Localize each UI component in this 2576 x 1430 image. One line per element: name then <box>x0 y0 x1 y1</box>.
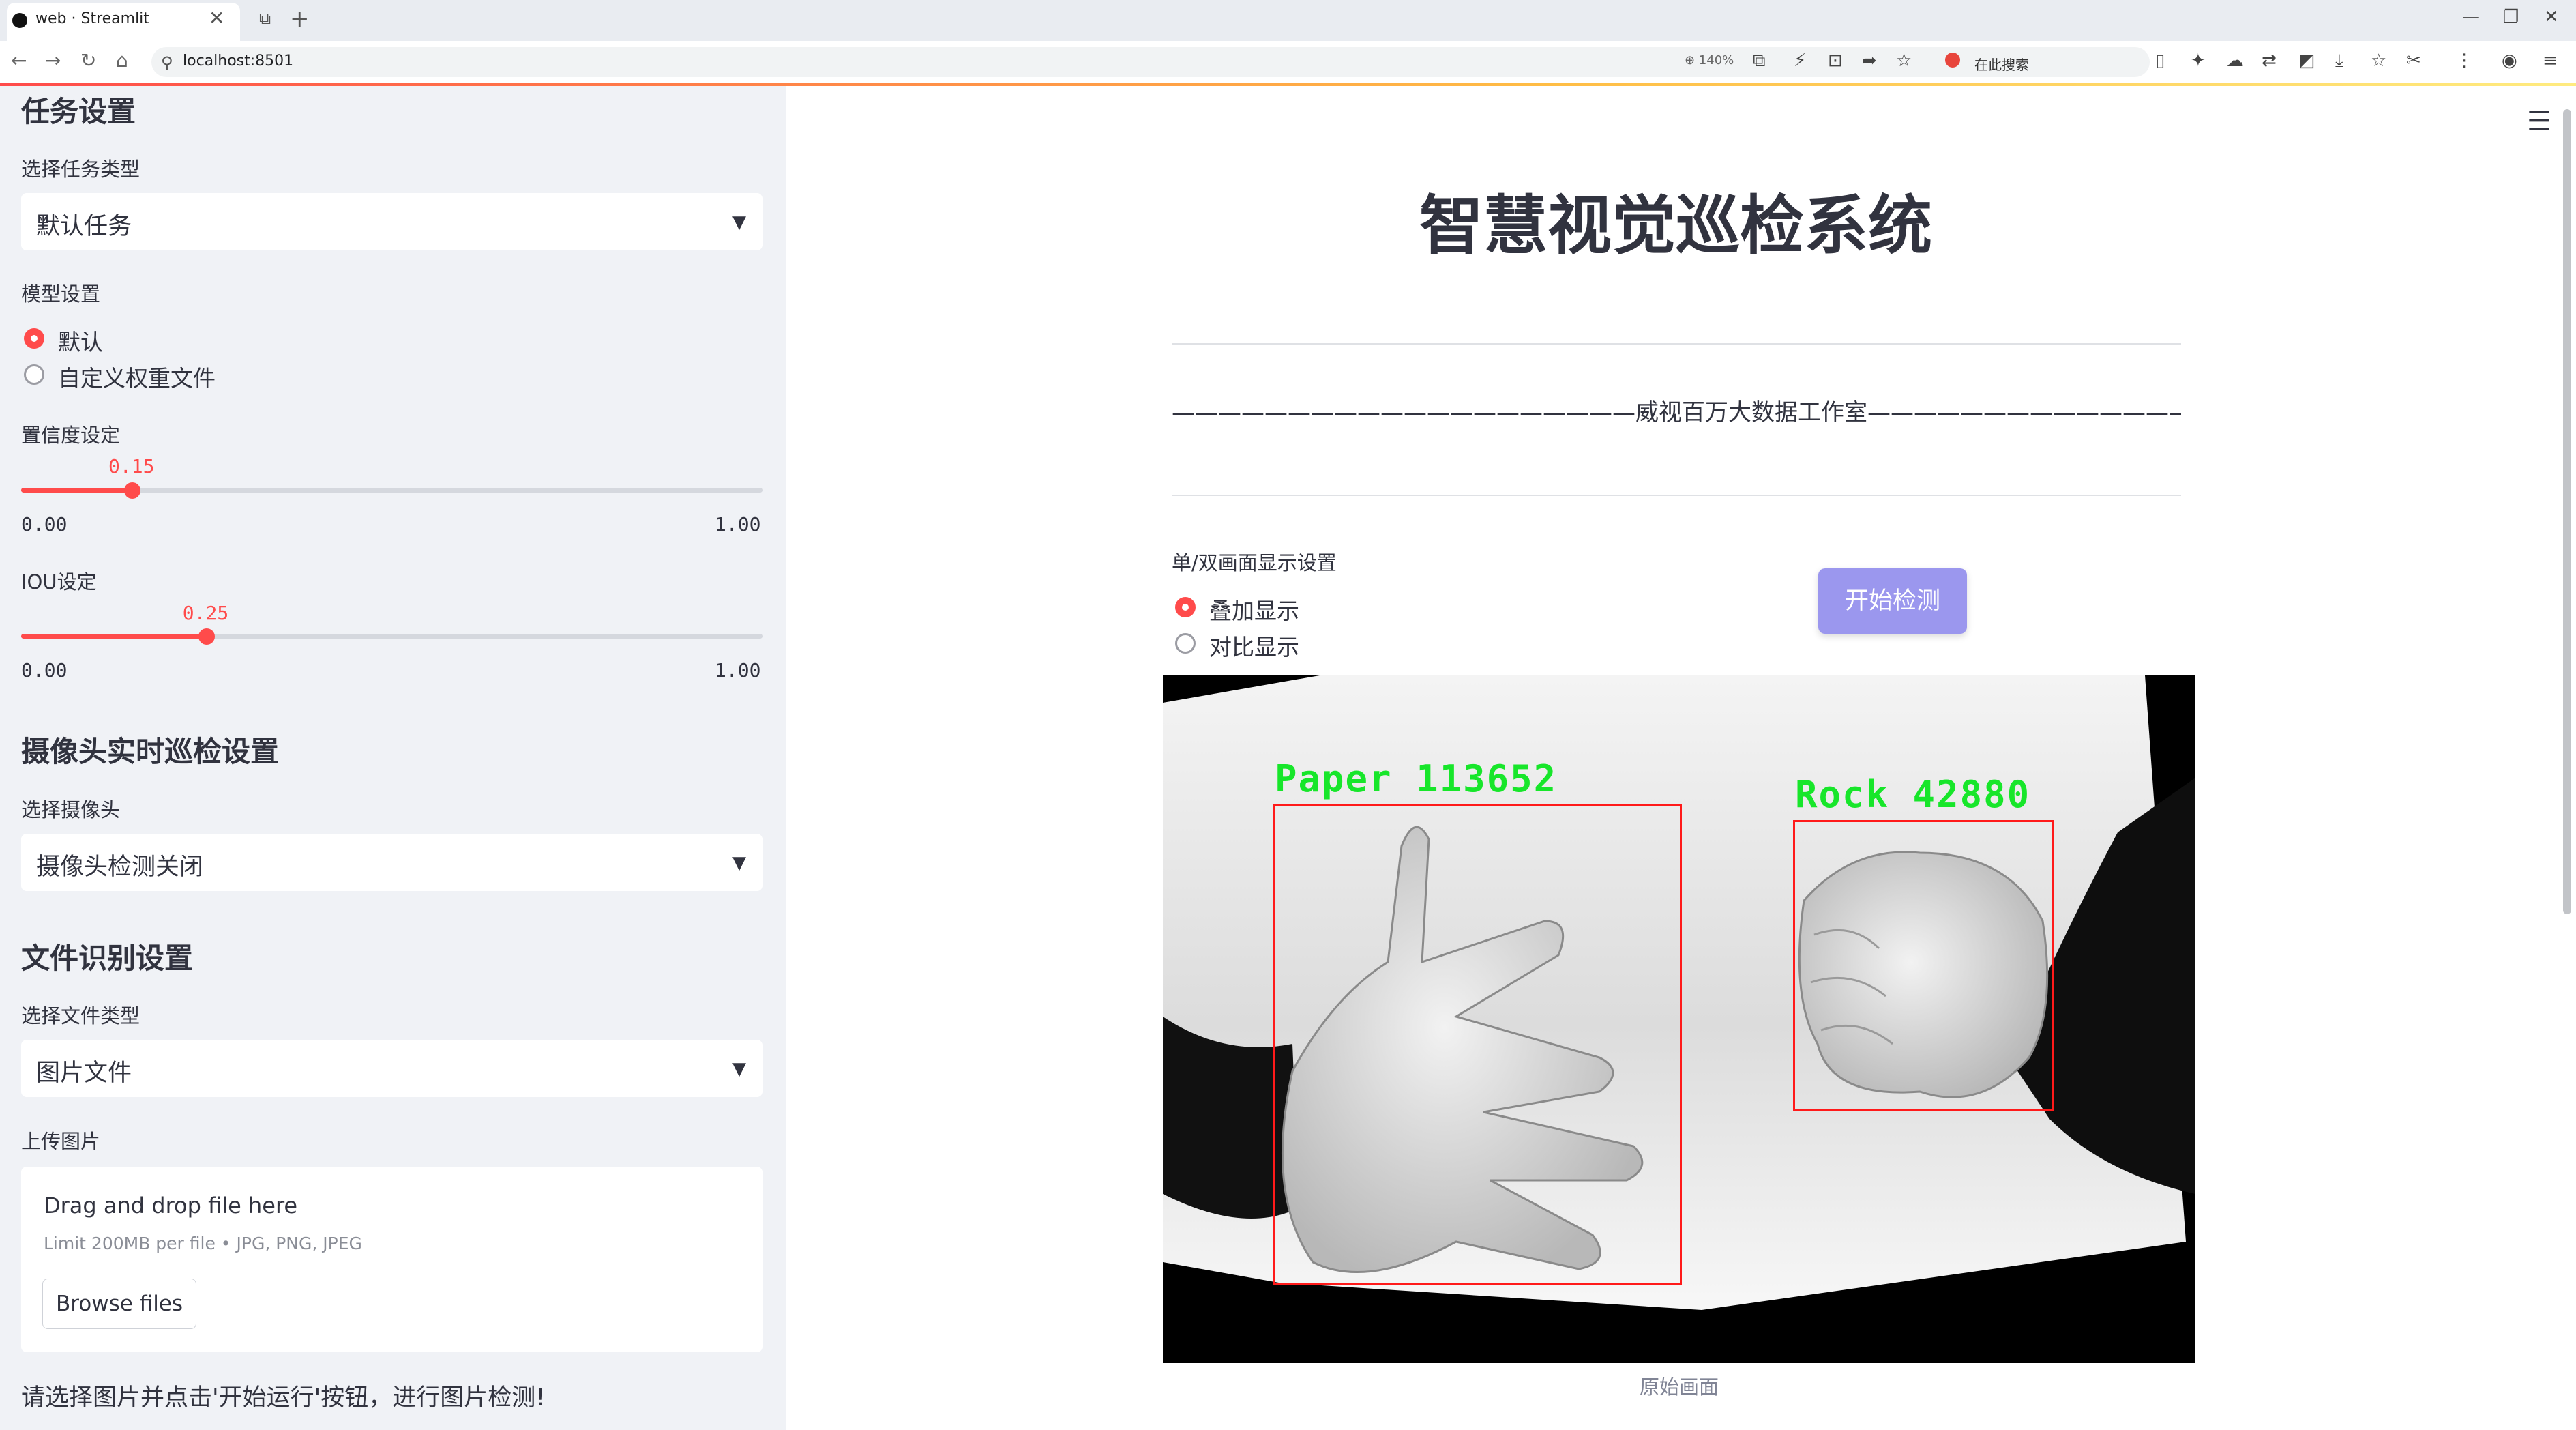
search-engine-icon <box>1945 53 1960 68</box>
browser-tab-bar <box>0 0 2576 41</box>
iou-slider-fill <box>21 634 207 639</box>
conf-value: 0.15 <box>108 455 155 478</box>
browser-menu-icon[interactable]: ≡ <box>2543 50 2558 71</box>
iou-max: 1.00 <box>715 659 761 682</box>
extension-color-icon[interactable]: ✦ <box>2191 50 2206 71</box>
file-type-select[interactable]: 图片文件 ▼ <box>21 1040 763 1097</box>
model-option-custom[interactable]: 自定义权重文件 <box>58 360 216 393</box>
chevron-down-icon: ▼ <box>732 212 746 233</box>
translate-icon[interactable]: ⧉ <box>1753 50 1766 72</box>
phone-icon[interactable]: ▯ <box>2155 50 2165 71</box>
divider-bottom <box>1172 495 2181 496</box>
camera-label: 选择摄像头 <box>21 798 121 821</box>
bookmark-star-icon[interactable]: ☆ <box>1896 50 1912 71</box>
chevron-down-icon: ▼ <box>732 1059 746 1079</box>
task-type-select[interactable]: 默认任务 ▼ <box>21 193 763 250</box>
extension-translate-icon[interactable]: ⇄ <box>2262 50 2277 71</box>
model-radio-default[interactable] <box>24 328 44 349</box>
task-type-value: 默认任务 <box>36 213 132 240</box>
display-option-overlay[interactable]: 叠加显示 <box>1209 593 1299 626</box>
iou-value: 0.25 <box>182 602 229 624</box>
window-close-icon[interactable]: ✕ <box>2544 7 2559 27</box>
conf-max: 1.00 <box>715 513 761 536</box>
image-caption: 原始画面 <box>1639 1375 1719 1399</box>
favorites-icon[interactable]: ☆ <box>2371 50 2386 71</box>
chevron-down-icon: ▼ <box>732 853 746 873</box>
iou-slider-thumb[interactable] <box>198 628 215 645</box>
download-icon[interactable]: ⤓ <box>2335 50 2343 72</box>
tab-close-icon[interactable]: ✕ <box>209 7 224 29</box>
camera-section-title: 摄像头实时巡检设置 <box>21 735 280 768</box>
search-placeholder[interactable]: 在此搜索 <box>1974 54 2029 74</box>
page-scrollbar[interactable] <box>2563 109 2571 914</box>
zoom-value: 140% <box>1698 53 1734 68</box>
page-title: 智慧视觉巡检系统 <box>1419 189 1932 263</box>
search-box[interactable] <box>1937 49 2142 75</box>
page-subtitle: ————————————————————威视百万大数据工作室——————————… <box>1172 399 2181 426</box>
conf-label: 置信度设定 <box>21 424 121 447</box>
file-section-title: 文件识别设置 <box>21 942 194 975</box>
camera-select[interactable]: 摄像头检测关闭 ▼ <box>21 834 763 891</box>
restore-icon[interactable]: ❐ <box>2503 7 2519 27</box>
iou-label: IOU设定 <box>21 570 97 594</box>
screenshot-icon[interactable]: ⊡ <box>1828 50 1843 71</box>
conf-slider-fill <box>21 488 133 493</box>
detection-box-paper <box>1273 804 1682 1285</box>
camera-value: 摄像头检测关闭 <box>36 853 204 881</box>
detection-label-rock: Rock 42880 <box>1795 773 2031 816</box>
url-text[interactable]: localhost:8501 <box>183 53 293 70</box>
tab-title: web · Streamlit <box>35 10 149 27</box>
display-radio-overlay[interactable] <box>1175 597 1196 617</box>
model-radio-custom[interactable] <box>24 364 44 385</box>
home-icon[interactable]: ⌂ <box>116 49 128 72</box>
extension-app-icon[interactable]: ◩ <box>2298 50 2315 71</box>
task-section-title: 任务设置 <box>21 95 136 128</box>
url-bar[interactable] <box>151 47 2150 77</box>
display-mode-label: 单/双画面显示设置 <box>1172 551 1337 574</box>
model-label: 模型设置 <box>21 282 101 306</box>
tab-group-icon[interactable]: ⧉ <box>259 9 271 28</box>
divider-top <box>1172 343 2181 345</box>
reload-icon[interactable]: ↻ <box>80 49 96 72</box>
task-type-label: 选择任务类型 <box>21 158 140 181</box>
forward-icon[interactable]: → <box>45 49 61 72</box>
start-detection-button[interactable]: 开始检测 <box>1818 568 1967 634</box>
detection-image: Paper 113652 Rock 42880 <box>1163 675 2195 1363</box>
back-icon[interactable]: ← <box>11 49 27 72</box>
sidebar-instruction: 请选择图片并点击'开始运行'按钮，进行图片检测! <box>21 1384 546 1412</box>
conf-slider-thumb[interactable] <box>124 482 141 499</box>
detection-box-rock <box>1793 820 2054 1111</box>
new-tab-icon[interactable]: + <box>290 5 310 33</box>
minimize-icon[interactable]: — <box>2462 7 2480 27</box>
cut-icon[interactable]: ✂ <box>2406 50 2421 71</box>
detection-label-paper: Paper 113652 <box>1275 757 1558 800</box>
file-type-label: 选择文件类型 <box>21 1004 140 1027</box>
conf-min: 0.00 <box>21 513 68 536</box>
browse-files-button[interactable]: Browse files <box>42 1279 196 1329</box>
site-info-icon[interactable]: ⚲ <box>161 53 173 72</box>
display-radio-compare[interactable] <box>1175 633 1196 654</box>
bolt-icon[interactable]: ⚡ <box>1794 50 1806 71</box>
extension-cloud-icon[interactable]: ☁ <box>2226 50 2244 71</box>
dropzone-title: Drag and drop file here <box>44 1193 298 1219</box>
streamlit-favicon-icon <box>12 13 27 28</box>
more-menu-icon[interactable]: ⋮ <box>2455 50 2473 71</box>
profile-avatar-icon[interactable]: ◉ <box>2502 50 2517 71</box>
upload-label: 上传图片 <box>21 1130 101 1153</box>
dropzone-limit: Limit 200MB per file • JPG, PNG, JPEG <box>44 1234 362 1253</box>
display-option-compare[interactable]: 对比显示 <box>1209 629 1299 662</box>
zoom-level[interactable]: ⊕ 140% <box>1685 53 1734 68</box>
iou-min: 0.00 <box>21 659 68 682</box>
file-type-value: 图片文件 <box>36 1060 132 1087</box>
model-option-default[interactable]: 默认 <box>58 324 103 357</box>
share-icon[interactable]: ➦ <box>1862 50 1877 71</box>
zoom-icon: ⊕ <box>1685 53 1699 68</box>
hamburger-menu-icon[interactable]: ☰ <box>2527 106 2551 137</box>
